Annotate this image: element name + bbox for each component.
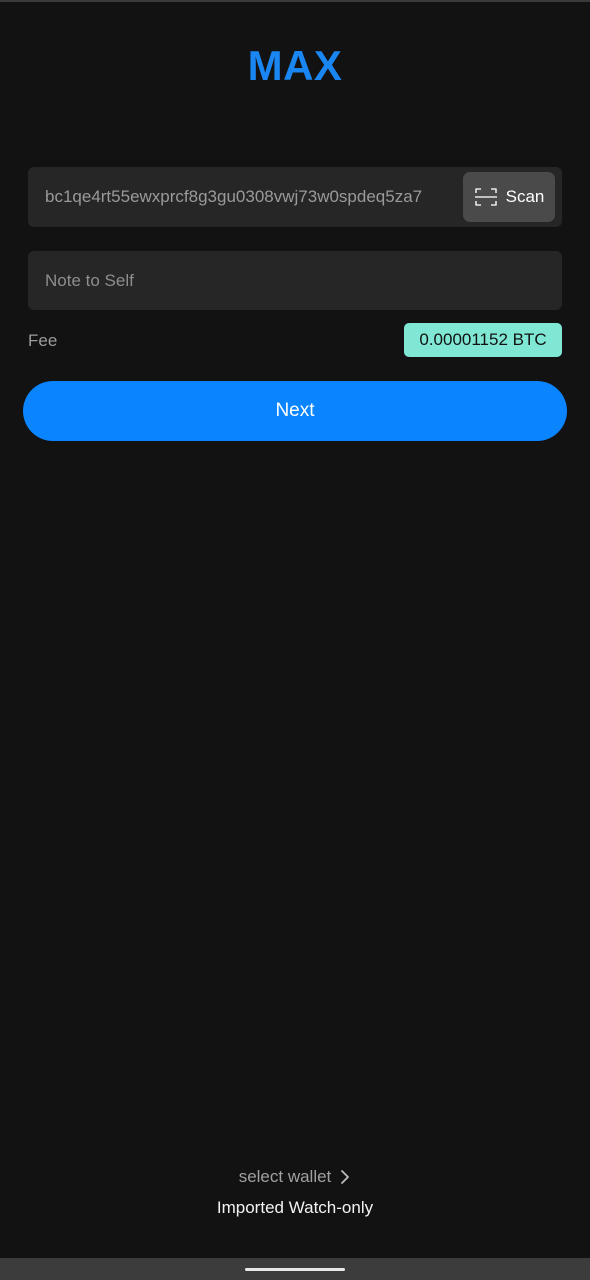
address-field[interactable]: Scan xyxy=(28,167,562,227)
system-nav-bar xyxy=(0,1258,590,1280)
scan-button-label: Scan xyxy=(505,187,545,206)
top-edge xyxy=(0,0,590,2)
wallet-name: Imported Watch-only xyxy=(216,1198,374,1217)
select-wallet-button[interactable]: select wallet xyxy=(0,1167,590,1187)
address-input[interactable] xyxy=(28,167,458,227)
fee-value-button[interactable]: 0.00001152 BTC xyxy=(404,323,562,357)
note-field[interactable] xyxy=(28,251,562,310)
home-indicator[interactable] xyxy=(245,1268,345,1271)
chevron-right-icon xyxy=(341,1170,350,1184)
next-button[interactable]: Next xyxy=(23,381,567,441)
amount-title: MAX xyxy=(247,42,343,89)
fee-label: Fee xyxy=(28,331,58,350)
scan-icon xyxy=(474,188,497,206)
scan-button[interactable]: Scan xyxy=(463,172,555,222)
note-input[interactable] xyxy=(28,251,562,310)
select-wallet-label: select wallet xyxy=(238,1167,332,1186)
